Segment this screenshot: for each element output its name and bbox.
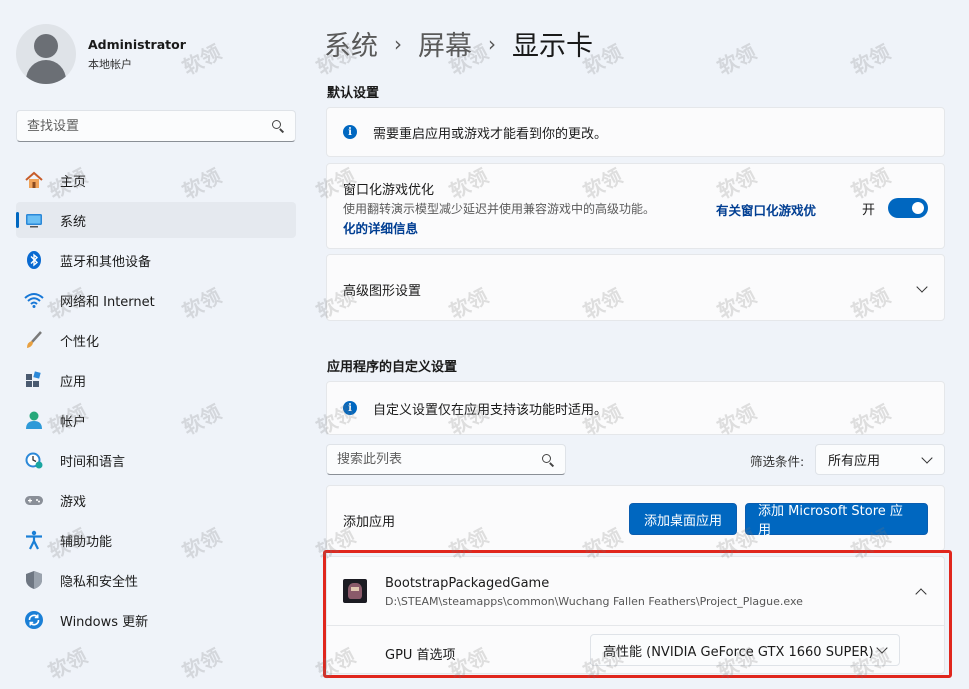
sidebar-item-label: Windows 更新 [60,614,149,630]
filter-value: 所有应用 [828,454,881,469]
profile-name: Administrator [88,36,186,52]
apps-icon [24,370,44,390]
windowed-optimization-toggle[interactable] [888,198,928,218]
app-settings-notice-text: 自定义设置仅在应用支持该功能时适用。 [373,402,608,418]
sidebar-item-label: 时间和语言 [60,454,126,470]
wifi-icon [24,290,44,310]
gamepad-icon [24,490,44,510]
sidebar-item-label: 帐户 [60,414,87,430]
profile-account-type: 本地帐户 [88,57,132,71]
sidebar-item-label: 系统 [60,214,87,230]
bluetooth-icon [24,250,44,270]
watermark: 软领 [847,39,894,80]
list-search-input[interactable] [337,452,541,467]
filter-dropdown[interactable]: 所有应用 [815,444,945,475]
account-icon [24,410,44,430]
sidebar-item-privacy[interactable]: 隐私和安全性 [16,562,296,598]
settings-search-box[interactable] [16,110,296,142]
advanced-graphics-card[interactable]: 高级图形设置 [326,254,945,321]
breadcrumb-display[interactable]: 屏幕 [418,24,472,63]
sidebar-item-bluetooth[interactable]: 蓝牙和其他设备 [16,242,296,278]
avatar [16,24,76,84]
search-icon[interactable] [541,453,555,467]
system-icon [24,210,44,230]
sidebar-item-personalization[interactable]: 个性化 [16,322,296,358]
sidebar-item-home[interactable]: 主页 [16,162,296,198]
add-store-app-button[interactable]: 添加 Microsoft Store 应用 [745,503,928,538]
watermark: 软领 [713,39,760,80]
sidebar-item-label: 应用 [60,374,87,390]
update-icon [24,610,44,630]
sidebar-item-time-language[interactable]: 时间和语言 [16,442,296,478]
shield-icon [24,570,44,590]
info-icon: i [343,401,357,415]
list-search-box[interactable] [326,444,566,475]
sidebar-item-label: 个性化 [60,334,100,350]
windowed-optimization-card: 窗口化游戏优化 使用翻转演示模型减少延迟并使用兼容游戏中的高级功能。 有关窗口化… [326,163,945,249]
toggle-state-label: 开 [862,203,876,218]
breadcrumb: 系统 › 屏幕 › 显示卡 [324,24,593,63]
windowed-optimization-title: 窗口化游戏优化 [343,183,435,198]
sidebar-item-label: 蓝牙和其他设备 [60,254,152,270]
sidebar-item-label: 游戏 [60,494,87,510]
accessibility-icon [24,530,44,550]
filter-label: 筛选条件: [750,454,805,469]
sidebar-item-gaming[interactable]: 游戏 [16,482,296,518]
chevron-down-icon[interactable] [917,284,927,294]
add-desktop-app-button[interactable]: 添加桌面应用 [629,503,737,535]
windowed-optimization-link-cont[interactable]: 化的详细信息 [343,218,418,237]
restart-notice-card: i 需要重启应用或游戏才能看到你的更改。 [326,107,945,157]
sidebar-item-accessibility[interactable]: 辅助功能 [16,522,296,558]
advanced-graphics-title: 高级图形设置 [343,284,422,299]
windowed-optimization-desc: 使用翻转演示模型减少延迟并使用兼容游戏中的高级功能。 [343,202,656,216]
sidebar-item-windows-update[interactable]: Windows 更新 [16,602,296,638]
watermark: 软领 [178,643,225,684]
sidebar-item-accounts[interactable]: 帐户 [16,402,296,438]
watermark: 软领 [44,643,91,684]
app-settings-notice-card: i 自定义设置仅在应用支持该功能时适用。 [326,381,945,435]
brush-icon [24,330,44,350]
page-title: 显示卡 [512,31,593,62]
section-title-default: 默认设置 [327,86,380,101]
clock-globe-icon [24,450,44,470]
sidebar-item-label: 隐私和安全性 [60,574,139,590]
add-app-label: 添加应用 [343,515,396,530]
sidebar-item-label: 辅助功能 [60,534,113,550]
windowed-optimization-link[interactable]: 有关窗口化游戏优 [716,200,816,219]
restart-notice-text: 需要重启应用或游戏才能看到你的更改。 [373,126,608,142]
sidebar-item-apps[interactable]: 应用 [16,362,296,398]
sidebar-item-label: 网络和 Internet [60,294,155,310]
breadcrumb-system[interactable]: 系统 [324,24,378,63]
search-icon[interactable] [271,119,285,133]
section-title-app-settings: 应用程序的自定义设置 [327,360,458,375]
home-icon [24,170,44,190]
chevron-down-icon [922,455,932,465]
user-profile[interactable]: Administrator 本地帐户 [16,24,186,84]
sidebar-item-label: 主页 [60,174,87,190]
info-icon: i [343,125,357,139]
sidebar-item-system[interactable]: 系统 [16,202,296,238]
breadcrumb-separator: › [394,31,402,56]
settings-search-input[interactable] [27,118,271,134]
breadcrumb-separator: › [488,31,496,56]
red-highlight-annotation [323,550,952,678]
sidebar-nav: 主页 系统 蓝牙和其他设备 网络和 Internet 个性化 应用 帐户 时间和… [16,162,296,642]
sidebar-item-network[interactable]: 网络和 Internet [16,282,296,318]
